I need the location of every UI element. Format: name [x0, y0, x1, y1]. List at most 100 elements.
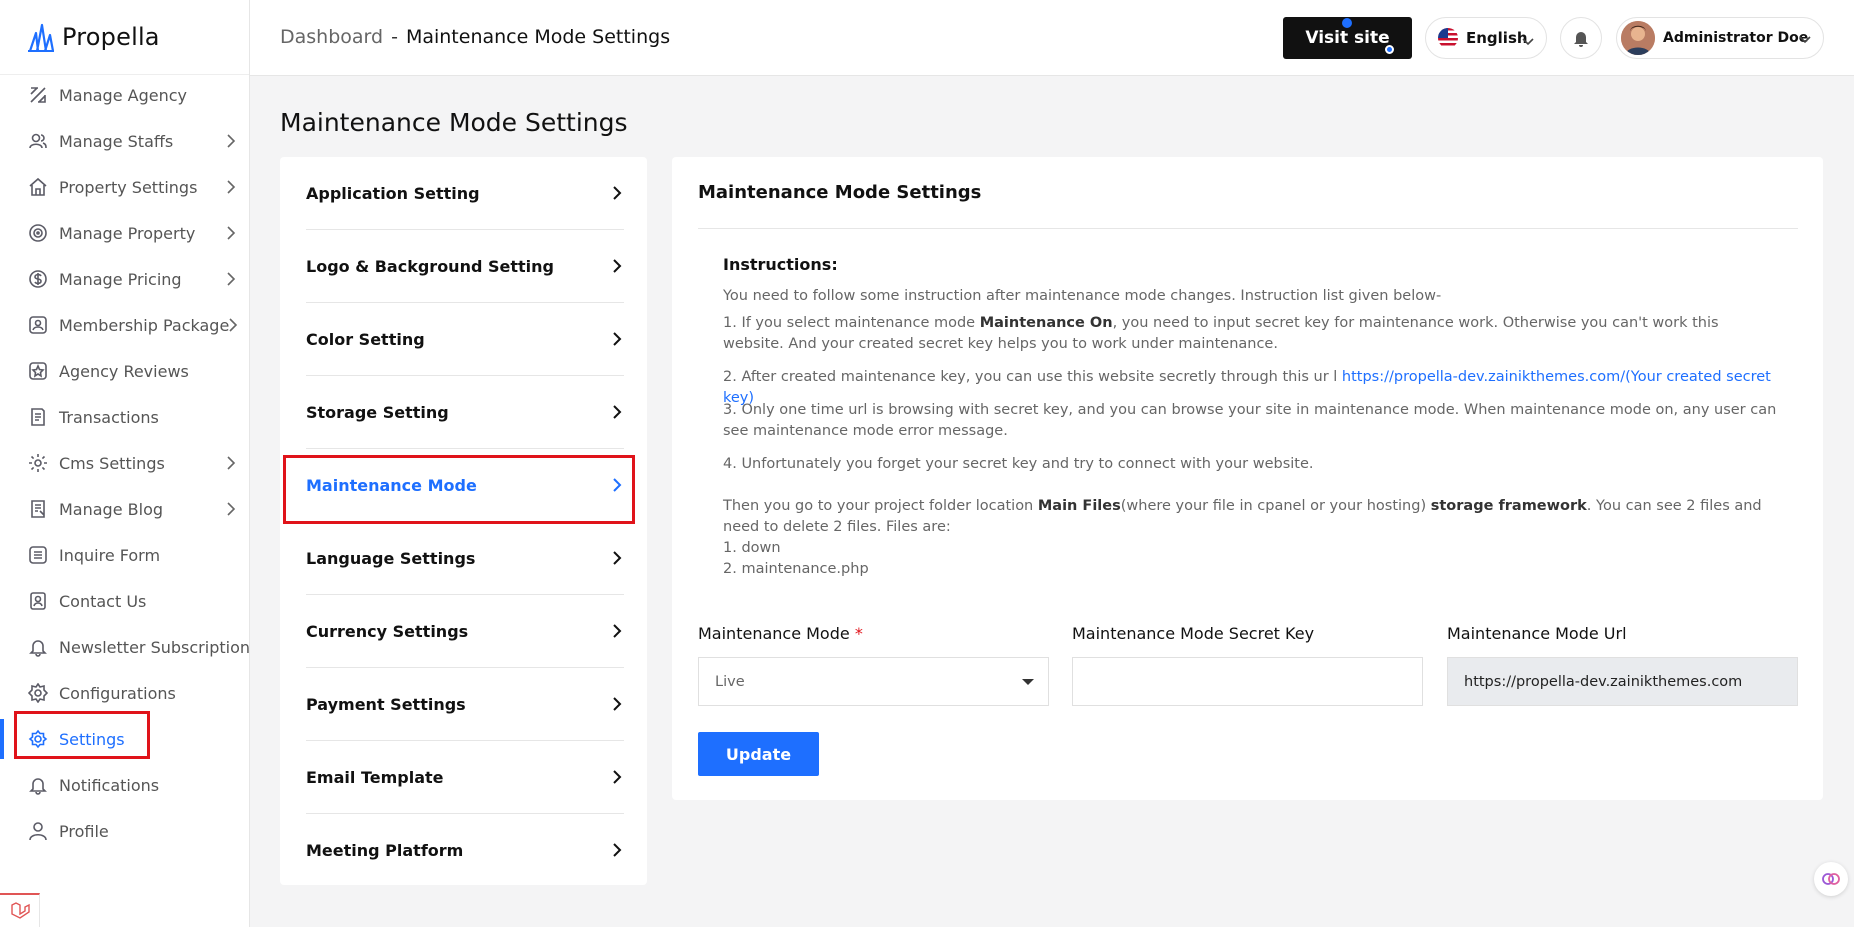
bell-icon: [28, 775, 48, 795]
step-text: Then you go to your project folder locat…: [723, 498, 1038, 514]
language-selector[interactable]: English: [1425, 17, 1547, 59]
breadcrumb-dashboard[interactable]: Dashboard: [280, 26, 383, 48]
sidebar-item-label: Property Settings: [59, 177, 198, 197]
logo[interactable]: Propella: [0, 0, 249, 75]
menu-item-logo-background-setting[interactable]: Logo & Background Setting: [306, 230, 624, 303]
menu-item-email-template[interactable]: Email Template: [306, 741, 624, 814]
step-bold: Maintenance On: [979, 315, 1113, 331]
chevron-down-icon: [1522, 32, 1534, 50]
maintenance-mode-select[interactable]: Live: [698, 657, 1049, 706]
chevron-right-icon: [226, 133, 236, 149]
instruction-then: Then you go to your project folder locat…: [723, 496, 1783, 538]
sidebar-item-label: Profile: [59, 821, 109, 841]
logo-mark-icon: [28, 23, 55, 52]
menu-item-payment-settings[interactable]: Payment Settings: [306, 668, 624, 741]
chevron-right-icon: [612, 185, 622, 205]
gear-icon: [28, 453, 48, 473]
chevron-right-icon: [226, 501, 236, 517]
sidebar-item-label: Contact Us: [59, 591, 147, 611]
maintenance-url-field: https://propella-dev.zainikthemes.com: [1447, 657, 1798, 706]
chevron-right-icon: [612, 404, 622, 424]
sidebar-item-inquire-form[interactable]: Inquire Form: [0, 532, 249, 578]
chevron-right-icon: [226, 225, 236, 241]
avatar: [1621, 21, 1655, 55]
update-button[interactable]: Update: [698, 732, 819, 776]
menu-item-meeting-platform[interactable]: Meeting Platform: [306, 814, 624, 887]
logo-text: Propella: [62, 23, 160, 51]
sidebar-item-label: Manage Property: [59, 223, 196, 243]
highlight-box-settings: [14, 711, 150, 759]
sidebar: Propella Manage Agency Manage Staffs Pro…: [0, 0, 250, 927]
sidebar-item-label: Inquire Form: [59, 545, 161, 565]
blog-icon: [28, 499, 48, 519]
sidebar-item-manage-pricing[interactable]: Manage Pricing: [0, 256, 249, 302]
sidebar-item-label: Transactions: [59, 407, 159, 427]
menu-item-storage-setting[interactable]: Storage Setting: [306, 376, 624, 449]
chevron-down-icon: [1799, 32, 1811, 48]
menu-item-label: Currency Settings: [306, 621, 469, 641]
step-bold: Main Files: [1037, 498, 1121, 514]
sidebar-item-notifications[interactable]: Notifications: [0, 762, 249, 808]
sidebar-item-contact-us[interactable]: Contact Us: [0, 578, 249, 624]
sidebar-item-label: Manage Agency: [59, 85, 187, 105]
sidebar-item-transactions[interactable]: Transactions: [0, 394, 249, 440]
house-icon: [28, 177, 48, 197]
sidebar-item-cms-settings[interactable]: Cms Settings: [0, 440, 249, 486]
menu-item-label: Application Setting: [306, 183, 480, 203]
dollar-icon: [28, 269, 48, 289]
sidebar-item-configurations[interactable]: Configurations: [0, 670, 249, 716]
chevron-right-icon: [228, 317, 238, 333]
sidebar-item-agency-reviews[interactable]: Agency Reviews: [0, 348, 249, 394]
instruction-step-3: 3. Only one time url is browsing with se…: [723, 402, 1777, 439]
config-icon: [28, 683, 48, 703]
notification-dot: [1342, 18, 1352, 28]
brain-icon: [1822, 873, 1840, 885]
laravel-icon[interactable]: [0, 893, 40, 927]
sidebar-item-profile[interactable]: Profile: [0, 808, 249, 854]
chevron-right-icon: [612, 623, 622, 643]
step-text: 1. If you select maintenance mode: [723, 315, 980, 331]
select-value: Live: [715, 673, 745, 690]
notification-bell-button[interactable]: [1560, 17, 1602, 59]
menu-item-label: Payment Settings: [306, 694, 466, 714]
assistant-fab[interactable]: [1814, 862, 1848, 896]
sidebar-item-membership-package[interactable]: Membership Package: [0, 302, 249, 348]
sidebar-item-manage-agency[interactable]: Manage Agency: [0, 72, 249, 118]
menu-item-label: Meeting Platform: [306, 841, 464, 860]
top-header: Dashboard - Maintenance Mode Settings Visi…: [250, 0, 1854, 76]
sidebar-item-manage-blog[interactable]: Manage Blog: [0, 486, 249, 532]
online-status-dot: [1385, 45, 1394, 54]
sidebar-item-newsletter-subscription[interactable]: Newsletter Subscription: [0, 624, 249, 670]
instruction-step-4: 4. Unfortunately you forget your secret …: [723, 456, 1314, 472]
menu-item-label: Logo & Background Setting: [306, 256, 554, 276]
user-name: Administrator Doe: [1663, 30, 1809, 46]
menu-item-color-setting[interactable]: Color Setting: [306, 303, 624, 376]
chevron-right-icon: [612, 550, 622, 570]
instructions-title: Instructions:: [723, 255, 838, 274]
sidebar-item-label: Membership Package: [59, 315, 230, 335]
property-icon: [28, 223, 48, 243]
sidebar-item-manage-staffs[interactable]: Manage Staffs: [0, 118, 249, 164]
menu-item-language-settings[interactable]: Language Settings: [306, 522, 624, 595]
users-icon: [28, 131, 48, 151]
user-menu[interactable]: Administrator Doe: [1616, 17, 1824, 59]
file-item-2: 2. maintenance.php: [723, 561, 869, 577]
maintenance-settings-card: Maintenance Mode Settings Instructions: …: [672, 157, 1823, 800]
sidebar-item-property-settings[interactable]: Property Settings: [0, 164, 249, 210]
chevron-right-icon: [612, 769, 622, 789]
chevron-right-icon: [226, 179, 236, 195]
chevron-right-icon: [226, 271, 236, 287]
sidebar-item-manage-property[interactable]: Manage Property: [0, 210, 249, 256]
menu-item-currency-settings[interactable]: Currency Settings: [306, 595, 624, 668]
required-mark: *: [854, 624, 863, 643]
menu-item-label: Email Template: [306, 767, 444, 787]
chevron-right-icon: [612, 696, 622, 716]
menu-item-application-setting[interactable]: Application Setting: [306, 157, 624, 230]
menu-item-label: Storage Setting: [306, 402, 449, 422]
secret-key-input[interactable]: [1072, 657, 1423, 706]
sidebar-item-label: Manage Staffs: [59, 131, 174, 151]
file-item-1: 1. down: [723, 540, 781, 556]
breadcrumb: Dashboard - Maintenance Mode Settings: [280, 26, 670, 48]
member-icon: [28, 315, 48, 335]
us-flag-icon: [1438, 28, 1458, 48]
